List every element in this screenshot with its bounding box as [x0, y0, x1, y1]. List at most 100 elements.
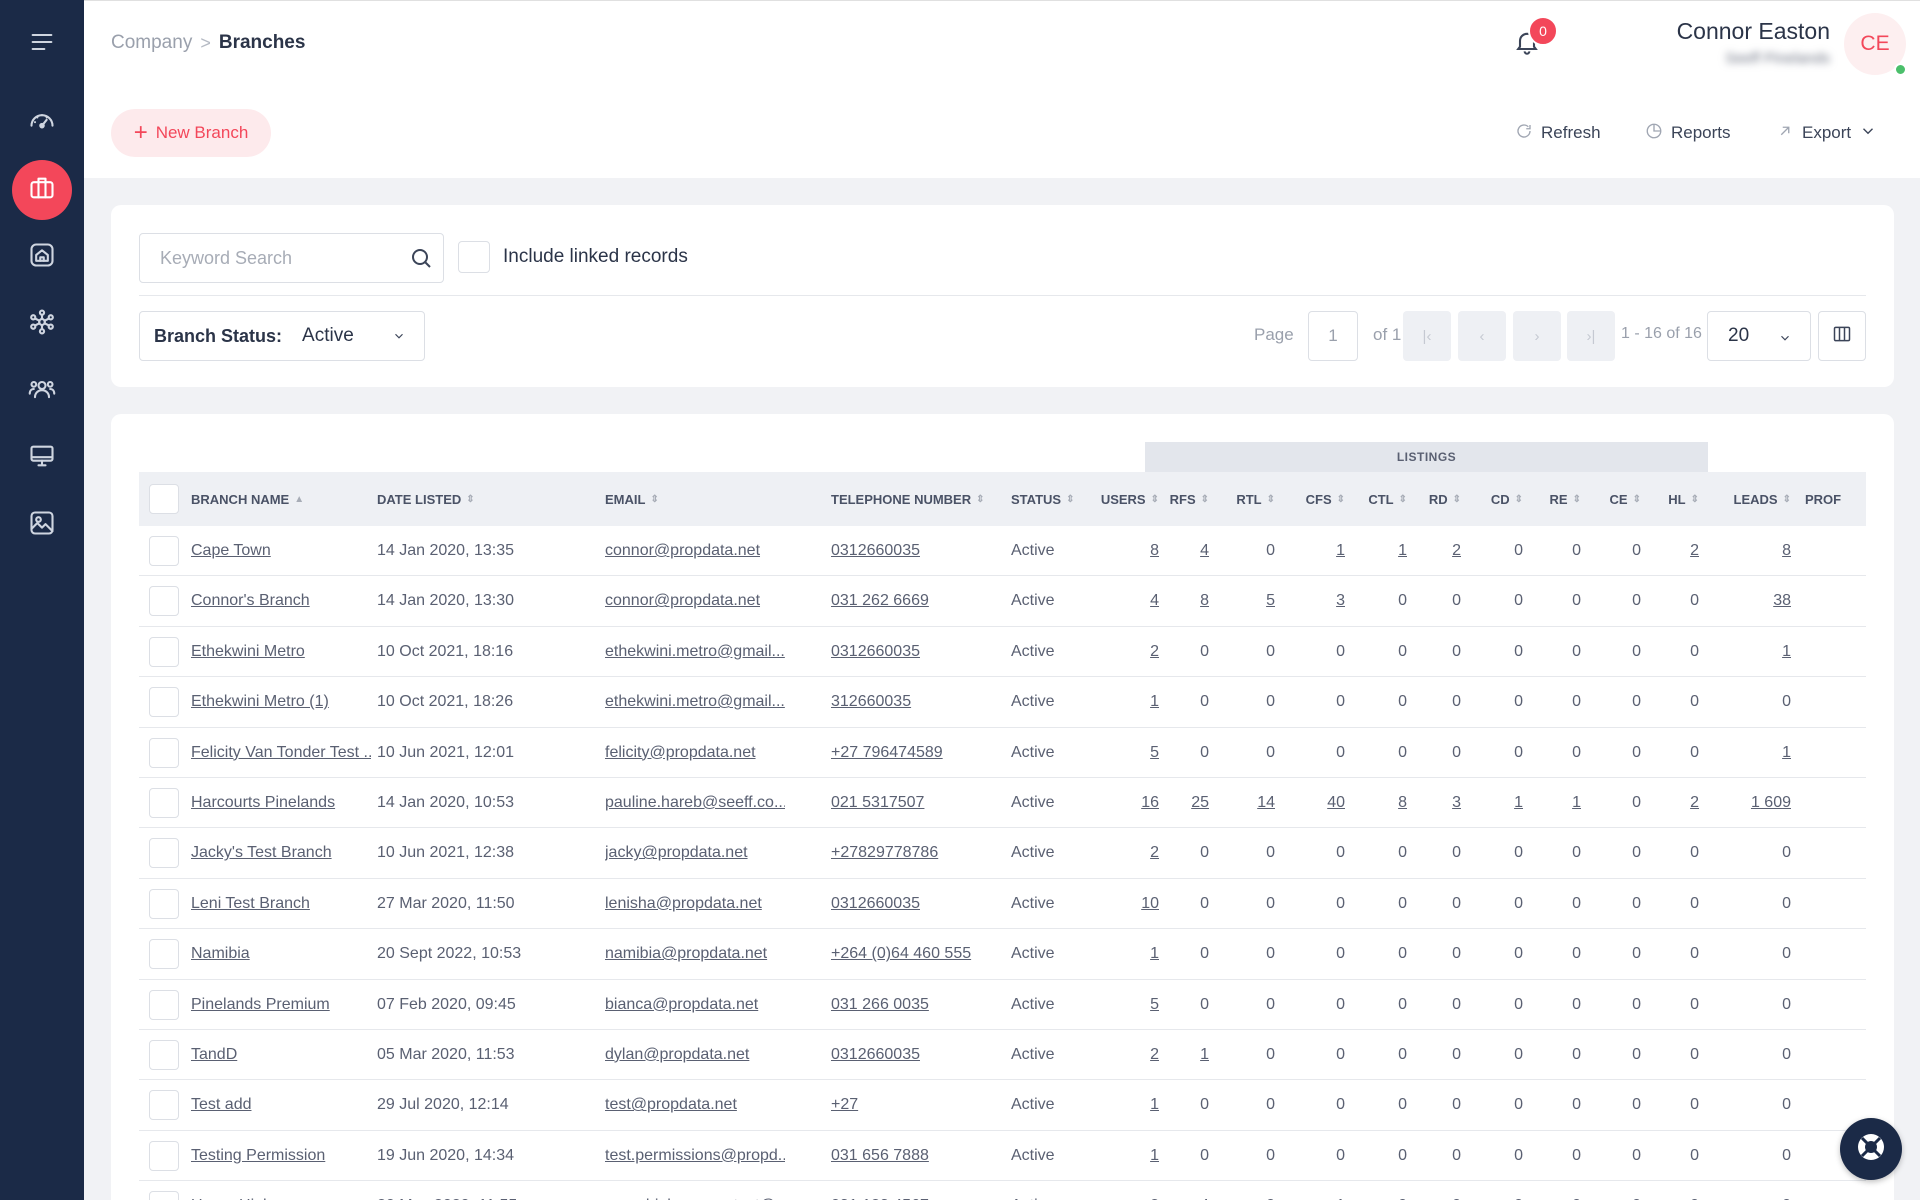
- page-size-select[interactable]: 20: [1707, 311, 1811, 361]
- cell-users[interactable]: 1: [1069, 1080, 1159, 1130]
- row-checkbox[interactable]: [149, 939, 179, 970]
- cell-rtl[interactable]: 5: [1219, 576, 1275, 626]
- cell-users[interactable]: 2: [1069, 1181, 1159, 1200]
- column-header-email[interactable]: EMAIL ⇕: [605, 472, 815, 526]
- column-header-telephone-number[interactable]: TELEPHONE NUMBER ⇕: [831, 472, 1001, 526]
- sidebar-item-network[interactable]: [12, 294, 72, 354]
- row-checkbox[interactable]: [149, 989, 179, 1020]
- cell-telephone-number[interactable]: 0312660035: [831, 1030, 1001, 1080]
- cell-users[interactable]: 1: [1069, 1131, 1159, 1181]
- column-header-ctl[interactable]: CTL ⇕: [1351, 472, 1407, 526]
- row-checkbox[interactable]: [149, 636, 179, 667]
- column-header-users[interactable]: USERS ⇕: [1069, 472, 1159, 526]
- cell-rd[interactable]: 3: [1411, 778, 1461, 828]
- cell-branch-name[interactable]: Connor's Branch: [191, 576, 371, 626]
- row-checkbox[interactable]: [149, 1090, 179, 1121]
- row-checkbox[interactable]: [149, 787, 179, 818]
- search-icon[interactable]: [409, 246, 433, 270]
- cell-leads[interactable]: 1: [1703, 627, 1791, 677]
- column-header-branch-name[interactable]: BRANCH NAME ▲: [191, 472, 371, 526]
- refresh-button[interactable]: Refresh: [1515, 121, 1601, 145]
- cell-re[interactable]: 1: [1531, 778, 1581, 828]
- cell-leads[interactable]: 1 609: [1703, 778, 1791, 828]
- cell-telephone-number[interactable]: 031 266 0035: [831, 980, 1001, 1030]
- cell-email[interactable]: jacky@propdata.net: [605, 828, 785, 878]
- cell-email[interactable]: test.permissions@propd...: [605, 1131, 785, 1181]
- cell-branch-name[interactable]: Ethekwini Metro (1): [191, 677, 371, 727]
- cell-users[interactable]: 16: [1069, 778, 1159, 828]
- first-page-button[interactable]: |‹: [1403, 311, 1451, 361]
- cell-branch-name[interactable]: Test add: [191, 1080, 371, 1130]
- cell-email[interactable]: felicity@propdata.net: [605, 728, 785, 778]
- cell-telephone-number[interactable]: +264 (0)64 460 555: [831, 929, 1001, 979]
- last-page-button[interactable]: ›|: [1567, 311, 1615, 361]
- sidebar-item-website[interactable]: [12, 428, 72, 488]
- cell-cfs[interactable]: 1: [1279, 526, 1345, 576]
- cell-cd[interactable]: 1: [1473, 778, 1523, 828]
- cell-branch-name[interactable]: Leni Test Branch: [191, 879, 371, 929]
- next-page-button[interactable]: ›: [1513, 311, 1561, 361]
- cell-branch-name[interactable]: Felicity Van Tonder Test ...: [191, 728, 371, 778]
- cell-email[interactable]: upperhighway.seetest@...: [605, 1181, 785, 1200]
- cell-telephone-number[interactable]: 031 262 6669: [831, 576, 1001, 626]
- cell-telephone-number[interactable]: 031 656 7888: [831, 1131, 1001, 1181]
- column-settings-button[interactable]: [1818, 311, 1866, 361]
- cell-users[interactable]: 10: [1069, 879, 1159, 929]
- cell-users[interactable]: 2: [1069, 828, 1159, 878]
- cell-users[interactable]: 4: [1069, 576, 1159, 626]
- sidebar-item-media[interactable]: [12, 495, 72, 555]
- row-checkbox[interactable]: [149, 1191, 179, 1200]
- cell-branch-name[interactable]: Testing Permission: [191, 1131, 371, 1181]
- column-header-cfs[interactable]: CFS ⇕: [1279, 472, 1345, 526]
- row-checkbox[interactable]: [149, 737, 179, 768]
- select-all-checkbox[interactable]: [149, 484, 179, 514]
- cell-branch-name[interactable]: Pinelands Premium: [191, 980, 371, 1030]
- cell-email[interactable]: lenisha@propdata.net: [605, 879, 785, 929]
- breadcrumb-company-link[interactable]: Company: [111, 32, 192, 54]
- cell-telephone-number[interactable]: 031 123 4567: [831, 1181, 1001, 1200]
- cell-telephone-number[interactable]: +27 796474589: [831, 728, 1001, 778]
- column-header-rtl[interactable]: RTL ⇕: [1219, 472, 1275, 526]
- cell-telephone-number[interactable]: 0312660035: [831, 879, 1001, 929]
- cell-telephone-number[interactable]: 0312660035: [831, 526, 1001, 576]
- row-checkbox[interactable]: [149, 687, 179, 718]
- cell-ctl[interactable]: 8: [1351, 778, 1407, 828]
- column-header-rfs[interactable]: RFS ⇕: [1159, 472, 1209, 526]
- cell-email[interactable]: dylan@propdata.net: [605, 1030, 785, 1080]
- column-header-hl[interactable]: HL ⇕: [1649, 472, 1699, 526]
- cell-rfs[interactable]: 25: [1159, 778, 1209, 828]
- menu-toggle-button[interactable]: [12, 14, 72, 74]
- cell-rfs[interactable]: 4: [1159, 526, 1209, 576]
- page-number-input[interactable]: 1: [1308, 311, 1358, 361]
- cell-email[interactable]: test@propdata.net: [605, 1080, 785, 1130]
- cell-cfs[interactable]: 40: [1279, 778, 1345, 828]
- row-checkbox[interactable]: [149, 536, 179, 566]
- column-header-leads[interactable]: LEADS ⇕: [1703, 472, 1791, 526]
- cell-ctl[interactable]: 1: [1351, 526, 1407, 576]
- cell-rtl[interactable]: 14: [1219, 778, 1275, 828]
- column-header-re[interactable]: RE ⇕: [1531, 472, 1581, 526]
- sidebar-item-contacts[interactable]: [12, 361, 72, 421]
- sidebar-item-listings[interactable]: [12, 227, 72, 287]
- sidebar-item-company[interactable]: [12, 160, 72, 220]
- cell-users[interactable]: 8: [1069, 526, 1159, 576]
- row-checkbox[interactable]: [149, 586, 179, 617]
- cell-hl[interactable]: 2: [1649, 778, 1699, 828]
- cell-leads[interactable]: 1: [1703, 728, 1791, 778]
- cell-leads[interactable]: 8: [1703, 526, 1791, 576]
- cell-rfs[interactable]: 1: [1159, 1030, 1209, 1080]
- cell-email[interactable]: bianca@propdata.net: [605, 980, 785, 1030]
- include-linked-checkbox[interactable]: [458, 241, 490, 273]
- cell-branch-name[interactable]: Cape Town: [191, 526, 371, 576]
- cell-email[interactable]: ethekwini.metro@gmail...: [605, 627, 785, 677]
- branch-status-select[interactable]: Branch Status: Active: [139, 311, 425, 361]
- cell-email[interactable]: namibia@propdata.net: [605, 929, 785, 979]
- new-branch-button[interactable]: + New Branch: [111, 109, 271, 157]
- column-header-rd[interactable]: RD ⇕: [1411, 472, 1461, 526]
- cell-branch-name[interactable]: TandD: [191, 1030, 371, 1080]
- cell-hl[interactable]: 2: [1649, 526, 1699, 576]
- row-checkbox[interactable]: [149, 1039, 179, 1070]
- cell-telephone-number[interactable]: 0312660035: [831, 627, 1001, 677]
- cell-rd[interactable]: 2: [1411, 526, 1461, 576]
- cell-telephone-number[interactable]: +27829778786: [831, 828, 1001, 878]
